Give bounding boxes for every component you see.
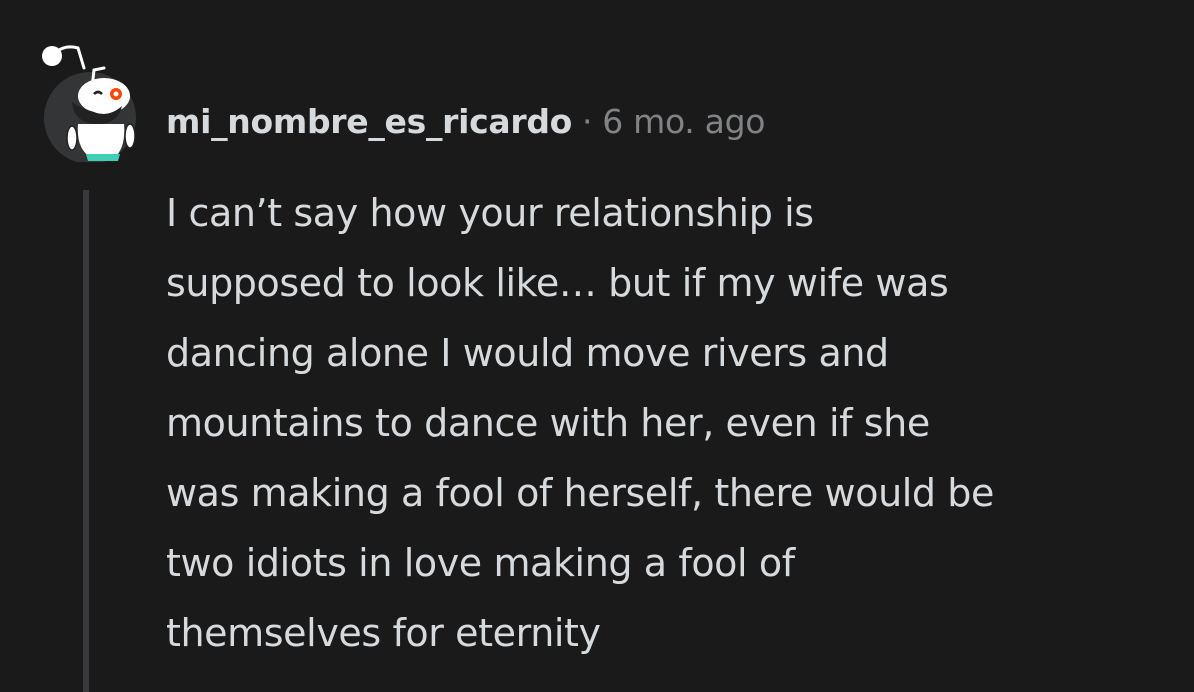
- timestamp[interactable]: 6 mo. ago: [602, 102, 765, 141]
- comment-body-line: themselves for eternity: [166, 611, 601, 655]
- comment-body-line: dancing alone I would move rivers and: [166, 331, 889, 375]
- comment-body: I can’t say how your relationship is sup…: [166, 178, 1156, 668]
- user-avatar[interactable]: [42, 62, 138, 164]
- thread-collapse-line[interactable]: [83, 190, 89, 692]
- username-link[interactable]: mi_nombre_es_ricardo: [166, 102, 572, 141]
- comment-meta: mi_nombre_es_ricardo · 6 mo. ago: [166, 98, 765, 146]
- meta-separator: ·: [582, 102, 593, 141]
- comment-body-line: supposed to look like… but if my wife wa…: [166, 261, 949, 305]
- antenna-icon: [42, 45, 86, 70]
- comment-body-line: two idiots in love making a fool of: [166, 541, 795, 585]
- snoo-avatar-icon: [44, 66, 136, 164]
- comment-body-line: I can’t say how your relationship is: [166, 191, 814, 235]
- comment: mi_nombre_es_ricardo · 6 mo. ago I can’t s…: [0, 0, 1194, 692]
- comment-body-line: was making a fool of herself, there woul…: [166, 471, 995, 515]
- comment-body-line: mountains to dance with her, even if she: [166, 401, 930, 445]
